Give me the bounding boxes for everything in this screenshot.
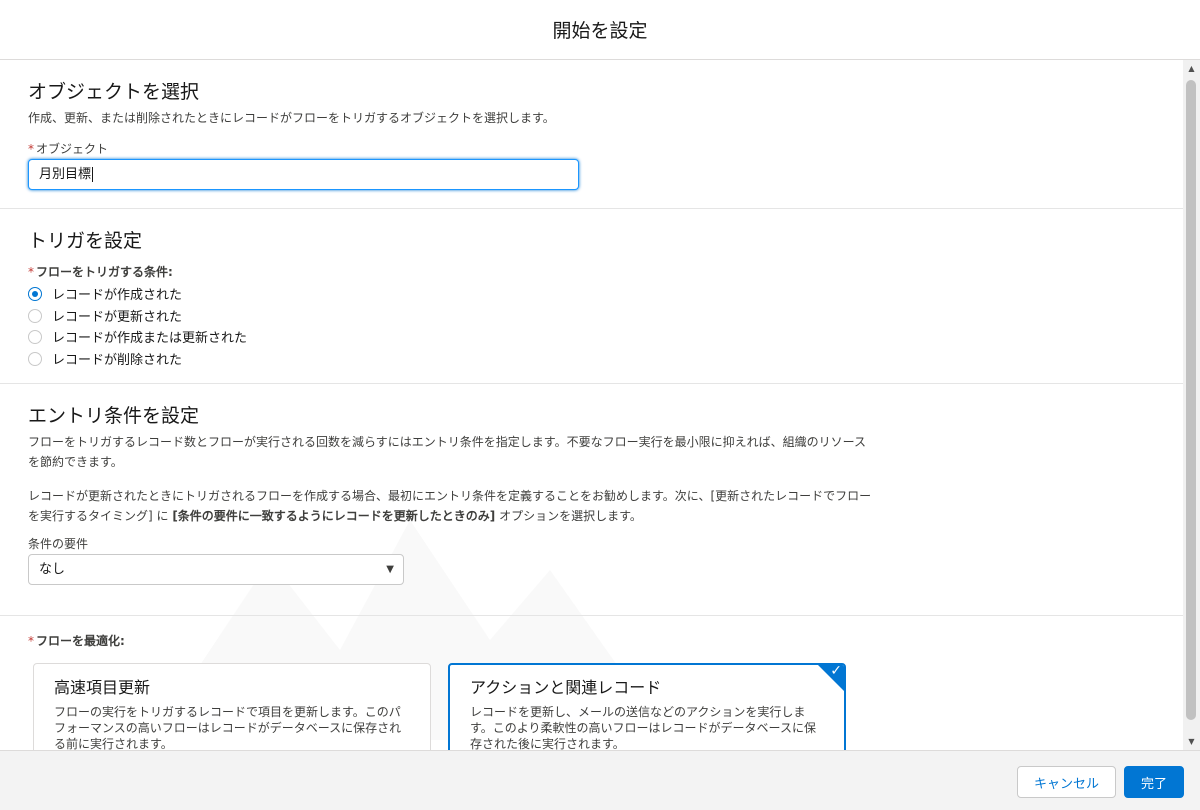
dropdown-triangle-icon: ▼ xyxy=(386,564,394,575)
trigger-section: トリガを設定 * フローをトリガする条件: レコードが作成された レコードが更新さ… xyxy=(0,208,1183,384)
radio-button[interactable] xyxy=(28,351,42,366)
object-section-heading: オブジェクトを選択 xyxy=(28,81,200,103)
card-title: 高速項目更新 xyxy=(54,678,151,697)
text-caret xyxy=(92,167,94,182)
condition-requirement-select[interactable]: なし ▼ xyxy=(28,554,404,585)
radio-button[interactable] xyxy=(28,286,42,301)
object-input-value: 月別目標 xyxy=(39,167,92,182)
modal-footer: キャンセル 完了 xyxy=(0,750,1200,810)
condition-requirement-label: 条件の要件 xyxy=(28,537,89,551)
entry-section-description-2: レコードが更新されたときにトリガされるフローを作成する場合、最初にエントリ条件を… xyxy=(28,489,872,523)
card-actions-related-records[interactable]: アクションと関連レコード レコードを更新し、メールの送信などのアクションを実行し… xyxy=(448,663,846,750)
check-icon: ✓ xyxy=(830,663,842,679)
card-fast-field-updates[interactable]: 高速項目更新 フローの実行をトリガするレコードで項目を更新します。このパフォーマ… xyxy=(33,663,431,750)
modal-header: 開始を設定 xyxy=(0,0,1200,60)
optimize-field-label: * フローを最適化: xyxy=(28,634,125,648)
required-marker: * xyxy=(28,265,34,279)
object-section: オブジェクトを選択 作成、更新、または削除されたときにレコードがフローをトリガす… xyxy=(0,60,1183,209)
radio-label: レコードが削除された xyxy=(52,353,183,368)
radio-option-created[interactable]: レコードが作成された xyxy=(28,284,182,303)
trigger-field-label: * フローをトリガする条件: xyxy=(28,265,173,279)
condition-requirement-value: なし xyxy=(39,562,66,577)
radio-button[interactable] xyxy=(28,329,42,344)
scroll-down-icon[interactable]: ▼ xyxy=(1183,733,1200,750)
done-button[interactable]: 完了 xyxy=(1124,766,1184,798)
object-field-label: * オブジェクト xyxy=(28,142,109,156)
entry-section-heading: エントリ条件を設定 xyxy=(28,405,200,427)
trigger-section-heading: トリガを設定 xyxy=(28,230,143,252)
radio-label: レコードが更新された xyxy=(52,310,183,325)
cancel-button[interactable]: キャンセル xyxy=(1017,766,1116,798)
vertical-scrollbar[interactable]: ▲ ▼ xyxy=(1183,60,1200,750)
required-marker: * xyxy=(28,634,34,648)
scroll-thumb[interactable] xyxy=(1186,80,1196,720)
modal-title: 開始を設定 xyxy=(552,20,648,42)
radio-option-created-or-updated[interactable]: レコードが作成または更新された xyxy=(28,327,247,346)
radio-option-updated[interactable]: レコードが更新された xyxy=(28,306,182,325)
object-section-description: 作成、更新、または削除されたときにレコードがフローをトリガするオブジェクトを選択… xyxy=(28,111,555,125)
radio-label: レコードが作成された xyxy=(52,288,183,303)
radio-label: レコードが作成または更新された xyxy=(52,331,248,346)
required-marker: * xyxy=(28,142,34,156)
card-description: フローの実行をトリガするレコードで項目を更新します。このパフォーマンスの高いフロ… xyxy=(54,705,402,750)
object-input[interactable]: 月別目標 xyxy=(28,159,579,190)
radio-button[interactable] xyxy=(28,308,42,323)
entry-section-description-1: フローをトリガするレコード数とフローが実行される回数を減らすにはエントリ条件を指… xyxy=(28,435,866,469)
card-description: レコードを更新し、メールの送信などのアクションを実行します。このより柔軟性の高い… xyxy=(470,705,816,750)
card-title: アクションと関連レコード xyxy=(470,678,662,697)
radio-option-deleted[interactable]: レコードが削除された xyxy=(28,349,182,368)
modal-body: オブジェクトを選択 作成、更新、または削除されたときにレコードがフローをトリガす… xyxy=(0,60,1183,750)
scroll-up-icon[interactable]: ▲ xyxy=(1183,60,1200,77)
